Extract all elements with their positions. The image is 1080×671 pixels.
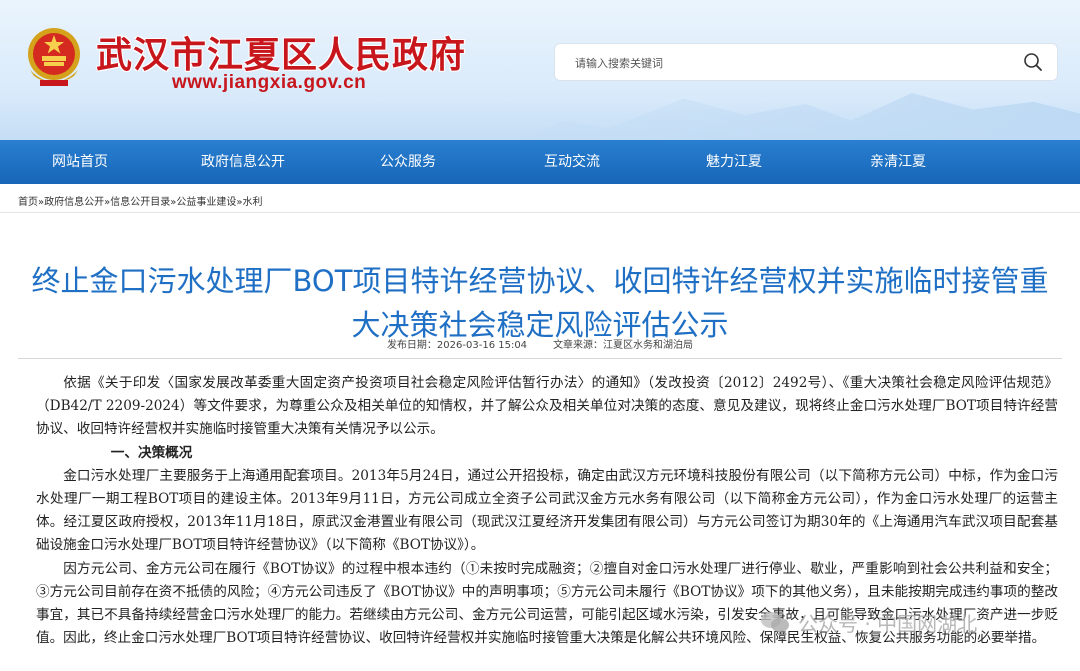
body-paragraph: 因方元公司、金方元公司在履行《BOT协议》的过程中根本违约（①未按时完成融资；②… — [36, 560, 1058, 647]
breadcrumb: 首页»政府信息公开»信息公开目录»公益事业建设»水利 — [18, 193, 263, 208]
site-url[interactable]: www.jiangxia.gov.cn — [172, 72, 366, 94]
article-meta: 发布日期：2026-03-16 15:04 文章来源：江夏区水务和湖泊局 — [0, 336, 1080, 351]
nav-item-gov-info[interactable]: 政府信息公开 — [201, 140, 285, 184]
article-title: 终止金口污水处理厂BOT项目特许经营协议、收回特许经营权并实施临时接管重大决策社… — [31, 264, 1049, 343]
nav-item-public-service[interactable]: 公众服务 — [380, 140, 436, 184]
breadcrumb-divider — [0, 212, 1080, 213]
nav-item-home[interactable]: 网站首页 — [52, 140, 108, 184]
nav-item-charm-jiangxia[interactable]: 魅力江夏 — [706, 140, 762, 184]
search-button[interactable] — [1015, 48, 1051, 76]
nav-item-interaction[interactable]: 互动交流 — [544, 140, 600, 184]
nav-item-qinqing-jiangxia[interactable]: 亲清江夏 — [870, 140, 926, 184]
national-emblem-icon — [28, 28, 80, 86]
site-title[interactable]: 武汉市江夏区人民政府 — [96, 26, 466, 78]
publish-date: 发布日期：2026-03-16 15:04 — [386, 340, 528, 351]
breadcrumb-link[interactable]: 信息公开目录 — [110, 197, 170, 208]
body-paragraph: 金口污水处理厂主要服务于上海通用配套项目。2013年5月24日，通过公开招投标，… — [36, 467, 1058, 554]
search-input[interactable] — [573, 44, 997, 82]
site-header: 武汉市江夏区人民政府 www.jiangxia.gov.cn — [0, 0, 1080, 140]
body-paragraph: 依据《关于印发〈国家发展改革委重大固定资产投资项目社会稳定风险评估暂行办法〉的通… — [36, 375, 1058, 438]
search-icon — [1024, 53, 1042, 71]
search-box — [555, 44, 1057, 82]
breadcrumb-link[interactable]: 公益事业建设 — [176, 197, 236, 208]
article-source: 文章来源：江夏区水务和湖泊局 — [553, 340, 694, 351]
breadcrumb-link[interactable]: 政府信息公开 — [44, 197, 104, 208]
meta-divider — [18, 358, 1062, 359]
main-nav: 网站首页 政府信息公开 公众服务 互动交流 魅力江夏 亲清江夏 — [0, 140, 1080, 184]
breadcrumb-link[interactable]: 首页 — [18, 197, 38, 208]
article-body: 依据《关于印发〈国家发展改革委重大固定资产投资项目社会稳定风险评估暂行办法〉的通… — [36, 372, 1058, 650]
section-heading: 一、决策概况 — [110, 444, 193, 461]
breadcrumb-link[interactable]: 水利 — [243, 197, 263, 208]
